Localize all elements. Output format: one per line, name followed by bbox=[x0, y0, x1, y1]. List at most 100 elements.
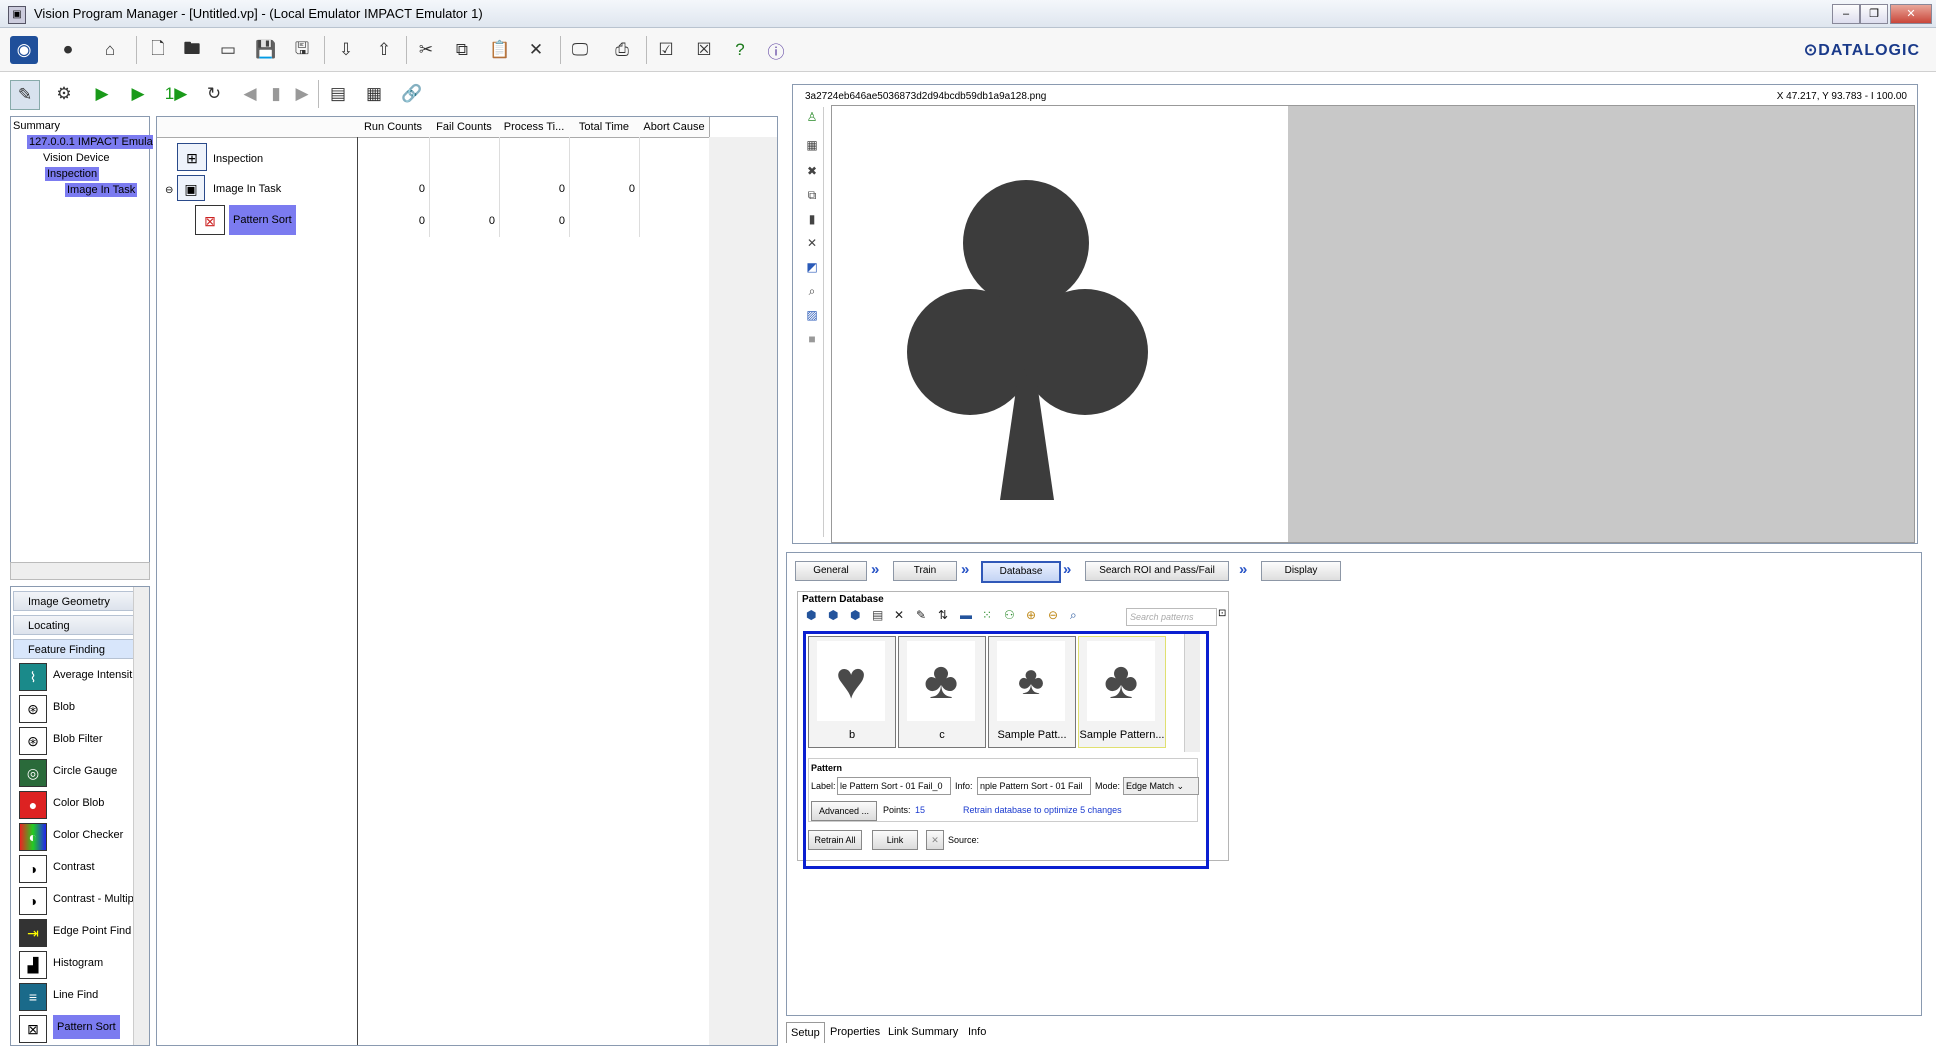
column-header-run-counts[interactable]: Run Counts bbox=[357, 117, 430, 138]
tool-blob-filter[interactable]: ⊛ Blob Filter bbox=[15, 725, 141, 755]
info-icon[interactable]: ⓘ bbox=[762, 36, 790, 64]
tool-contrast-multi[interactable]: ◑ Contrast - Multip bbox=[15, 885, 141, 915]
save-pattern-icon[interactable]: ▤ bbox=[872, 608, 883, 622]
add-multiple-icon[interactable]: ⬢ bbox=[828, 608, 838, 622]
column-header-fail-counts[interactable]: Fail Counts bbox=[429, 117, 500, 138]
run-once-icon[interactable]: ▶ bbox=[124, 80, 152, 108]
back-icon[interactable]: ◀ bbox=[236, 80, 264, 108]
link-button[interactable]: Link bbox=[872, 830, 918, 850]
stop-icon[interactable]: ⏺ bbox=[54, 36, 82, 64]
zoom-icon[interactable]: ⌕ bbox=[804, 283, 820, 299]
import-pattern-icon[interactable]: ⬢ bbox=[850, 608, 860, 622]
pattern-thumb-b[interactable]: ♥ b bbox=[808, 636, 896, 748]
tree-item-summary[interactable]: Summary bbox=[11, 119, 62, 133]
image-canvas[interactable] bbox=[831, 105, 1915, 543]
column-header-abort-cause[interactable]: Abort Cause bbox=[639, 117, 710, 138]
tool-histogram[interactable]: ▟ Histogram bbox=[15, 949, 141, 979]
unlink-icon[interactable]: ✕ bbox=[926, 830, 944, 850]
add-pattern-icon[interactable]: ⬢ bbox=[806, 608, 816, 622]
train-icon[interactable]: ⚇ bbox=[1004, 608, 1015, 622]
help-icon[interactable]: ? bbox=[726, 36, 754, 64]
tools-icon[interactable]: ⚙ bbox=[50, 80, 78, 108]
advanced-button[interactable]: Advanced ... bbox=[811, 801, 877, 821]
category-feature-finding[interactable]: Feature Finding bbox=[13, 639, 137, 659]
open-icon[interactable]: 🖿 bbox=[178, 36, 206, 64]
tree-horizontal-scrollbar[interactable] bbox=[10, 562, 150, 580]
points-icon[interactable]: ⁙ bbox=[982, 608, 992, 622]
tool-average-intensity[interactable]: ⌇ Average Intensit bbox=[15, 661, 141, 691]
tool-circle-gauge[interactable]: ◎ Circle Gauge bbox=[15, 757, 141, 787]
monitor-icon[interactable]: 🖵 bbox=[566, 36, 594, 64]
step-database[interactable]: Database bbox=[981, 561, 1061, 583]
delete-icon[interactable]: ✕ bbox=[522, 36, 550, 64]
edit-pattern-icon[interactable]: ✎ bbox=[916, 608, 926, 622]
retrain-all-button[interactable]: Retrain All bbox=[808, 830, 862, 850]
category-locating[interactable]: Locating bbox=[13, 615, 137, 635]
tool-edge-point-find[interactable]: ⇥ Edge Point Find bbox=[15, 917, 141, 947]
tab-properties[interactable]: Properties bbox=[826, 1022, 884, 1042]
import-icon[interactable]: ⇩ bbox=[332, 36, 360, 64]
step-search-roi[interactable]: Search ROI and Pass/Fail bbox=[1085, 561, 1229, 581]
delete-pattern-icon[interactable]: ✕ bbox=[894, 608, 904, 622]
overlay-icon[interactable]: ◩ bbox=[804, 259, 820, 275]
tab-link-summary[interactable]: Link Summary bbox=[884, 1022, 962, 1042]
forward-icon[interactable]: ▶ bbox=[288, 80, 316, 108]
tree-item-inspection[interactable]: Inspection bbox=[45, 167, 100, 181]
tool-color-blob[interactable]: ● Color Blob bbox=[15, 789, 141, 819]
view-icon[interactable]: ▬ bbox=[960, 608, 972, 622]
zoom-out-icon[interactable]: ⊖ bbox=[1048, 608, 1058, 622]
step-display[interactable]: Display bbox=[1261, 561, 1341, 581]
tab-info[interactable]: Info bbox=[964, 1022, 990, 1042]
tool-color-checker[interactable]: ◐ Color Checker bbox=[15, 821, 141, 851]
column-header-process-time[interactable]: Process Ti... bbox=[499, 117, 570, 138]
check-pending-icon[interactable]: ☒ bbox=[690, 36, 718, 64]
report-icon[interactable]: ▤ bbox=[324, 80, 352, 108]
retrain-message-link[interactable]: Retrain database to optimize 5 changes bbox=[963, 805, 1122, 815]
new-file-icon[interactable]: 🗋 bbox=[144, 36, 172, 64]
image-icon[interactable]: ▨ bbox=[804, 307, 820, 323]
step-icon[interactable]: 1▶ bbox=[162, 80, 190, 108]
row-inspection-label[interactable]: Inspection bbox=[213, 153, 263, 165]
sort-icon[interactable]: ⇅ bbox=[938, 608, 948, 622]
collapse-toggle-icon[interactable]: ⊖ bbox=[165, 185, 173, 196]
row-pattern-sort-label[interactable]: Pattern Sort bbox=[229, 205, 296, 235]
pin-icon[interactable]: ⊡ bbox=[1218, 608, 1226, 619]
tool-line-find[interactable]: ≡ Line Find bbox=[15, 981, 141, 1011]
copy-roi-icon[interactable]: ⧉ bbox=[804, 187, 820, 203]
restore-button[interactable]: ❐ bbox=[1860, 4, 1888, 24]
user-icon[interactable]: ♙ bbox=[804, 109, 820, 125]
pattern-thumb-sample-2[interactable]: ♣ Sample Pattern... bbox=[1078, 636, 1166, 748]
link-icon[interactable]: 🔗 bbox=[398, 80, 426, 108]
check-icon[interactable]: ☑ bbox=[652, 36, 680, 64]
cycle-icon[interactable]: ↻ bbox=[200, 80, 228, 108]
counter-reset-icon[interactable]: ▦ bbox=[360, 80, 388, 108]
zoom-in-icon[interactable]: ⊕ bbox=[1026, 608, 1036, 622]
tree-item-image-in-task[interactable]: Image In Task bbox=[65, 183, 138, 197]
run-icon[interactable]: ▶ bbox=[88, 80, 116, 108]
pattern-thumb-sample-1[interactable]: ♣ Sample Patt... bbox=[988, 636, 1076, 748]
paste-roi-icon[interactable]: ▮ bbox=[804, 211, 820, 227]
tree-item-vision-device[interactable]: Vision Device bbox=[41, 151, 111, 165]
pause-icon[interactable]: ▮ bbox=[262, 80, 290, 108]
category-image-geometry[interactable]: Image Geometry bbox=[13, 591, 137, 611]
column-header-total-time[interactable]: Total Time bbox=[569, 117, 640, 138]
zoom-fit-icon[interactable]: ⌕ bbox=[1070, 608, 1077, 623]
camera-icon[interactable]: ◉ bbox=[10, 36, 38, 64]
save-icon[interactable]: 💾 bbox=[252, 36, 280, 64]
tool-contrast[interactable]: ◑ Contrast bbox=[15, 853, 141, 883]
search-patterns-input[interactable]: Search patterns bbox=[1126, 608, 1217, 626]
tool-pattern-sort[interactable]: ⊠ Pattern Sort bbox=[15, 1013, 141, 1043]
folder-icon[interactable]: ▭ bbox=[214, 36, 242, 64]
pattern-thumb-c[interactable]: ♣ c bbox=[898, 636, 986, 748]
home-icon[interactable]: ⌂ bbox=[96, 36, 124, 64]
copy-icon[interactable]: ⧉ bbox=[448, 36, 476, 64]
thumbs-scrollbar[interactable] bbox=[1184, 634, 1200, 752]
pattern-label-input[interactable]: le Pattern Sort - 01 Fail_0 bbox=[837, 777, 951, 795]
row-image-in-task-label[interactable]: Image In Task bbox=[213, 183, 281, 195]
minimize-button[interactable]: – bbox=[1832, 4, 1860, 24]
print-icon[interactable]: ⎙ bbox=[608, 36, 636, 64]
export-icon[interactable]: ⇧ bbox=[370, 36, 398, 64]
remove-icon[interactable]: ✖ bbox=[804, 163, 820, 179]
step-general[interactable]: General bbox=[795, 561, 867, 581]
tools-scrollbar[interactable] bbox=[133, 587, 149, 1045]
